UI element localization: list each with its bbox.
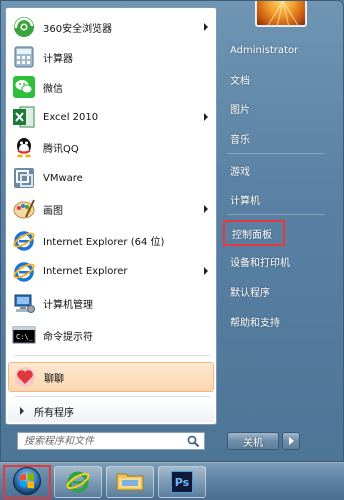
- program-item-360-browser[interactable]: 360安全浏览器: [8, 12, 214, 42]
- right-item-label: 帮助和支持: [230, 317, 280, 329]
- right-item-label: 音乐: [230, 134, 250, 146]
- user-avatar[interactable]: [255, 1, 307, 27]
- svg-text:C:\_: C:\_: [16, 333, 34, 341]
- submenu-arrow-icon[interactable]: [204, 205, 208, 213]
- chevron-right-icon: [288, 437, 294, 445]
- program-label: 360安全浏览器: [43, 23, 113, 35]
- cmd-icon: C:\_: [12, 323, 36, 347]
- program-item-paint[interactable]: 画图: [8, 194, 214, 224]
- excel-icon: [12, 105, 36, 129]
- folder-icon: [115, 469, 145, 496]
- photoshop-label: Ps: [174, 475, 190, 489]
- ie-taskbar-button[interactable]: [54, 466, 102, 498]
- photoshop-taskbar-button[interactable]: Ps: [158, 466, 206, 498]
- program-item-chat[interactable]: 聊聊: [8, 362, 214, 392]
- program-item-vmware[interactable]: VMware: [8, 163, 214, 193]
- divider: [227, 153, 325, 154]
- right-item-label: 控制面板: [232, 229, 272, 241]
- submenu-arrow-icon[interactable]: [204, 113, 208, 121]
- program-item-ie[interactable]: Internet Explorer: [8, 256, 214, 286]
- search-box[interactable]: [17, 432, 205, 450]
- right-item-computer[interactable]: 计算机: [223, 188, 335, 210]
- vmware-icon: [12, 166, 36, 190]
- right-item-devices-printers[interactable]: 设备和打印机: [223, 250, 335, 272]
- program-label: Internet Explorer: [43, 265, 128, 277]
- program-item-qq[interactable]: 腾讯QQ: [8, 132, 214, 162]
- right-item-music[interactable]: 音乐: [223, 127, 335, 149]
- right-item-games[interactable]: 游戏: [223, 159, 335, 181]
- right-item-label: 设备和打印机: [230, 257, 290, 269]
- right-item-label: 图片: [230, 104, 250, 116]
- program-label: Internet Explorer (64 位): [43, 236, 165, 248]
- program-label: 命令提示符: [43, 331, 93, 343]
- right-item-default-programs[interactable]: 默认程序: [223, 280, 335, 302]
- shutdown-options-button[interactable]: [282, 432, 300, 450]
- program-item-calculator[interactable]: 计算器: [8, 42, 214, 72]
- 360-browser-icon: [12, 15, 36, 39]
- all-programs-label: 所有程序: [34, 407, 74, 419]
- right-item-label: 默认程序: [230, 287, 270, 299]
- program-label: 聊聊: [44, 373, 64, 385]
- submenu-arrow-icon[interactable]: [204, 23, 208, 31]
- chat-heart-icon: [13, 365, 37, 389]
- program-label: 计算器: [43, 53, 73, 65]
- wechat-icon: [12, 75, 36, 99]
- program-label: 画图: [43, 205, 63, 217]
- right-item-pictures[interactable]: 图片: [223, 97, 335, 119]
- qq-icon: [12, 135, 36, 159]
- start-button[interactable]: [3, 465, 51, 499]
- right-item-label: 计算机: [230, 195, 260, 207]
- paint-icon: [12, 197, 36, 221]
- start-menu: 360安全浏览器 计算器 微信 Excel 2010 腾讯QQ VMware 画…: [0, 0, 344, 462]
- right-item-label: 文档: [230, 75, 250, 87]
- submenu-arrow-icon[interactable]: [204, 267, 208, 275]
- program-item-computer-management[interactable]: 计算机管理: [8, 288, 214, 318]
- programs-panel: 360安全浏览器 计算器 微信 Excel 2010 腾讯QQ VMware 画…: [5, 7, 217, 425]
- all-programs-button[interactable]: 所有程序: [8, 400, 214, 422]
- program-label: 腾讯QQ: [43, 143, 79, 155]
- program-item-excel[interactable]: Excel 2010: [8, 102, 214, 132]
- ie-icon: [65, 468, 91, 497]
- right-item-administrator[interactable]: Administrator: [223, 39, 335, 61]
- right-item-help-support[interactable]: 帮助和支持: [223, 310, 335, 332]
- computer-management-icon: [12, 291, 36, 315]
- search-icon[interactable]: [187, 435, 200, 451]
- program-label: 计算机管理: [43, 299, 93, 311]
- search-input[interactable]: [18, 433, 184, 449]
- program-item-ie-64[interactable]: Internet Explorer (64 位): [8, 225, 214, 255]
- divider: [227, 214, 325, 215]
- program-label: VMware: [43, 172, 83, 184]
- photoshop-icon: Ps: [171, 471, 193, 493]
- expand-arrow-icon: [20, 407, 24, 415]
- right-item-label: 游戏: [230, 166, 250, 178]
- right-item-control-panel[interactable]: 控制面板: [223, 220, 285, 246]
- program-item-cmd[interactable]: C:\_ 命令提示符: [8, 320, 214, 350]
- right-item-label: Administrator: [230, 44, 299, 56]
- taskbar: Ps: [0, 462, 344, 500]
- right-item-documents[interactable]: 文档: [223, 68, 335, 90]
- program-label: Excel 2010: [43, 111, 99, 123]
- shutdown-button[interactable]: 关机: [227, 432, 279, 450]
- calculator-icon: [12, 45, 36, 69]
- ie-icon: [12, 259, 36, 283]
- divider: [14, 396, 210, 397]
- shutdown-label: 关机: [243, 437, 263, 449]
- divider: [14, 355, 210, 356]
- program-item-wechat[interactable]: 微信: [8, 72, 214, 102]
- windows-orb-icon: [12, 466, 42, 499]
- explorer-taskbar-button[interactable]: [106, 466, 154, 498]
- ie-icon: [12, 228, 36, 252]
- program-label: 微信: [43, 83, 63, 95]
